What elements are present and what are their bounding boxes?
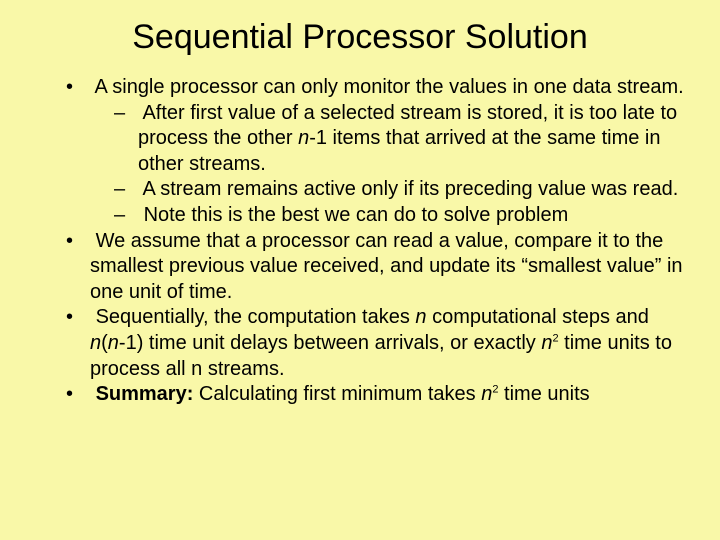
slide-title: Sequential Processor Solution bbox=[30, 18, 690, 57]
var-n-4: n bbox=[108, 332, 119, 354]
var-n-3: n bbox=[90, 332, 101, 354]
bullet-3-paren: ( bbox=[101, 332, 108, 354]
slide: Sequential Processor Solution A single p… bbox=[0, 0, 720, 540]
var-n-5: n bbox=[541, 332, 552, 354]
bullet-2: We assume that a processor can read a va… bbox=[30, 229, 690, 306]
bullet-3-pre: Sequentially, the computation takes bbox=[96, 306, 416, 328]
bullet-1b-text: A stream remains active only if its prec… bbox=[142, 178, 678, 200]
bullet-1-text: A single processor can only monitor the … bbox=[94, 76, 683, 98]
bullet-4: Summary: Calculating first minimum takes… bbox=[30, 382, 690, 408]
var-n-6: n bbox=[481, 383, 492, 405]
bullet-1b: A stream remains active only if its prec… bbox=[30, 177, 690, 203]
bullet-3: Sequentially, the computation takes n co… bbox=[30, 305, 690, 382]
bullet-3-mid2: -1) time unit delays between arrivals, o… bbox=[119, 332, 541, 354]
var-n-1: n bbox=[298, 127, 309, 149]
var-n-2: n bbox=[415, 306, 426, 328]
bullet-4-mid: Calculating first minimum takes bbox=[193, 383, 481, 405]
bullet-4-post: time units bbox=[499, 383, 590, 405]
bullet-1c: Note this is the best we can do to solve… bbox=[30, 203, 690, 229]
bullet-1a: After first value of a selected stream i… bbox=[30, 101, 690, 178]
bullet-1: A single processor can only monitor the … bbox=[30, 75, 690, 101]
bullet-3-mid1: computational steps and bbox=[427, 306, 649, 328]
bullet-2-text: We assume that a processor can read a va… bbox=[90, 230, 683, 303]
slide-body: A single processor can only monitor the … bbox=[30, 75, 690, 408]
bullet-1c-text: Note this is the best we can do to solve… bbox=[144, 204, 569, 226]
summary-label: Summary: bbox=[96, 383, 194, 405]
